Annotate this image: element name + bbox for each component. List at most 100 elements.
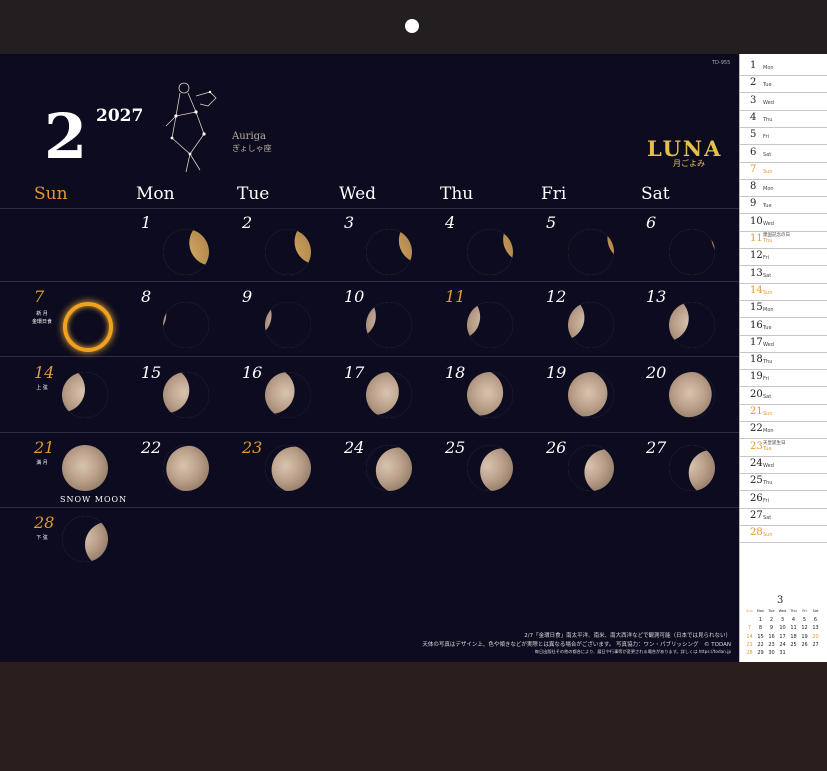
day-list-weekday: Wed <box>763 220 774 227</box>
mini-weekday: Wed <box>778 609 787 613</box>
footnote-disclaimer: 毎日出版社その他の都合により、暦日や行事等が変更される場合があります。詳しくは … <box>534 649 731 654</box>
moon-phase-icon <box>62 445 108 491</box>
moon-phase-icon <box>366 445 412 491</box>
day-list-number: 7 <box>750 163 757 175</box>
moon-phase-icon <box>568 302 614 348</box>
footnote-photo: 天体の写真はデザイン上、色や傾きなどが実際とは異なる場合がございます。 写真協力… <box>422 642 731 648</box>
day-list-number: 25 <box>750 475 763 487</box>
day-list-row: 28 Sun <box>740 525 827 544</box>
mini-day: 17 <box>779 633 786 640</box>
mini-day: 1 <box>758 617 763 623</box>
day-number: 8 <box>141 287 152 306</box>
day-list-number: 9 <box>750 198 757 210</box>
mini-day: 23 <box>768 641 775 648</box>
day-list-number: 10 <box>750 215 763 227</box>
day-list-row: 2 Tue <box>740 75 827 94</box>
moon-phase-icon <box>568 372 614 418</box>
weekday-header-wed: Wed <box>339 184 377 204</box>
product-code: TD-955 <box>712 60 731 66</box>
moon-phase-icon <box>467 229 513 275</box>
day-list-number: 21 <box>750 406 763 417</box>
eclipse-ring-icon <box>63 302 113 352</box>
day-list-row: 4 Thu <box>740 110 827 128</box>
moon-phase-icon <box>366 302 412 348</box>
day-number: 1 <box>141 213 152 232</box>
moon-phase-icon <box>163 445 209 491</box>
day-list-weekday: Sat <box>763 514 772 521</box>
day-number: 11 <box>445 287 466 306</box>
moon-phase-icon <box>265 372 311 418</box>
mini-day: 4 <box>791 617 796 623</box>
day-list-row: 16 Tue <box>740 318 827 336</box>
day-list-row: 7 Sun <box>740 162 827 180</box>
day-list-row: 1 Mon <box>740 58 827 76</box>
day-number: 20 <box>646 363 667 382</box>
mini-day: 26 <box>801 641 808 648</box>
moon-phase-note: 下 弦 <box>36 535 48 541</box>
mini-calendar-month: 3 <box>777 595 784 606</box>
mini-day: 3 <box>780 617 785 623</box>
constellation-name-jp: ぎょしゃ座 <box>232 144 272 153</box>
holiday-name: 建国記念の日 <box>763 233 790 238</box>
moon-phase-icon <box>467 445 513 491</box>
mini-weekday: Sat <box>812 609 819 613</box>
day-list-number: 27 <box>750 509 763 521</box>
day-list-weekday: Wed <box>763 99 774 106</box>
day-list-number: 8 <box>750 181 757 193</box>
day-number: 10 <box>344 287 365 306</box>
day-list-row: 8 Mon <box>740 179 827 198</box>
mini-day: 20 <box>812 633 819 640</box>
day-list-weekday: Tue <box>763 324 772 331</box>
day-list-row: 22 Mon <box>740 421 827 440</box>
mini-day: 13 <box>812 625 819 632</box>
day-list-row: 10 Wed <box>740 214 827 232</box>
auriga-constellation-icon <box>165 82 217 173</box>
day-list-weekday: Mon <box>763 428 774 435</box>
weekday-header-tue: Tue <box>237 184 270 204</box>
mini-day: 18 <box>790 633 797 640</box>
day-list-row: 24 Wed <box>740 456 827 474</box>
day-list-row: 12 Fri <box>740 248 827 267</box>
day-list-number: 16 <box>750 319 763 331</box>
day-list-weekday: Thu <box>763 359 773 366</box>
moon-phase-icon <box>265 302 311 348</box>
moon-phase-icon <box>669 372 715 418</box>
day-number: 24 <box>344 438 365 457</box>
moon-phase-icon <box>265 229 311 275</box>
day-list-weekday: Tue <box>763 445 772 452</box>
day-number: 19 <box>546 363 567 382</box>
day-list-row: 14 Sun <box>740 283 827 301</box>
calendar-page: TD-955 2 2027 Auriga ぎょしゃ座 LUNA 月ごよみ Sun… <box>0 54 739 662</box>
day-list-row: 11 Thu 建国記念の日 <box>740 231 827 249</box>
day-list-row: 18 Thu <box>740 352 827 371</box>
day-list-number: 18 <box>750 354 763 366</box>
moon-phase-icon <box>467 302 513 348</box>
day-number: 7 <box>34 287 45 306</box>
day-number: 5 <box>546 213 557 232</box>
day-number: 4 <box>445 213 456 232</box>
mini-day: 30 <box>768 650 775 657</box>
mini-day: 11 <box>790 625 797 632</box>
mini-day: 24 <box>779 641 786 648</box>
mini-day: 31 <box>779 650 786 657</box>
day-list-row: 17 Wed <box>740 335 827 353</box>
day-number: 15 <box>141 363 162 382</box>
day-list-weekday: Thu <box>763 238 773 244</box>
day-list-weekday: Wed <box>763 462 774 469</box>
weekday-header-thu: Thu <box>440 184 474 204</box>
calendar-bottom-edge <box>0 662 827 771</box>
mini-day: 29 <box>757 650 764 657</box>
day-list-weekday: Fri <box>763 497 769 504</box>
day-number: 2 <box>242 213 253 232</box>
day-list-number: 6 <box>750 146 757 158</box>
day-list-number: 28 <box>750 527 763 539</box>
moon-phase-note: 満 月 <box>36 460 48 466</box>
day-list-number: 4 <box>750 111 757 123</box>
mini-day: 12 <box>801 625 808 632</box>
day-list-row: 25 Thu <box>740 473 827 492</box>
mini-day: 9 <box>769 625 774 632</box>
hanging-hole <box>405 19 419 33</box>
day-list-row: 26 Fri <box>740 491 827 509</box>
mini-weekday: Mon <box>756 609 765 613</box>
day-list-weekday: Tue <box>763 203 772 210</box>
